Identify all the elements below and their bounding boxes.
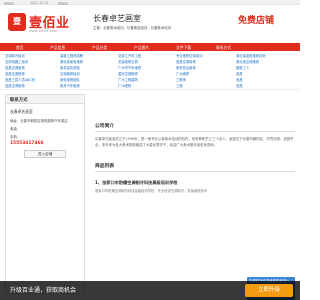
goods-title: 商品列表 [95,162,295,172]
nav-home[interactable]: 首页 [16,45,24,51]
category-link[interactable]: 空调维修培训 [60,71,80,76]
category-link[interactable]: 家电维修团队 [60,77,80,82]
category-link[interactable]: 重庆空调维修 [118,71,138,76]
nav-downloads[interactable]: 文件下载 [176,45,191,51]
category-link[interactable]: 广州市汽车维修 [118,65,141,70]
company-name: 长春卓艺画室 [10,109,33,114]
logo-mark[interactable]: 壹 [8,13,26,31]
category-link[interactable]: 工程 [176,83,183,88]
address-row: 地址：长春市朝阳区湖西路等汽车城店 [10,118,68,123]
nav-categories[interactable]: 产品分类 [92,45,107,51]
category-link[interactable]: 广州维修 [176,71,189,76]
phone-number[interactable]: 15553417466 [6,140,84,147]
intro-title: 公司简介 [95,122,295,132]
category-link[interactable]: 工程师 [176,77,186,82]
category-link[interactable]: 宜昌空调维修 [5,65,25,70]
category-link[interactable]: 广州维修 [118,83,131,88]
category-link[interactable]: 湖北省空调维修 [236,59,259,64]
header: 壹 壹佰业 www.100ye.com 长春卓艺画室 主营：长春美术培训，长春素… [0,5,300,43]
category-grid: 空调制冷培训 高新工程师招聘 空调工汽车工程 专业维修空调培训 湖北省金税维修技… [0,51,300,90]
goods-item-title[interactable]: 1、张家口市防爆空调制冷科技高级培训学校 [95,180,295,186]
category-link[interactable]: 家具汽车维修 [60,83,80,88]
category-link[interactable]: 空调工汽车工程 [118,53,141,58]
category-link[interactable]: 专业维修空调培训 [176,53,202,58]
phone-row: 手机： [10,134,21,139]
category-link[interactable]: 宜昌空调维修 [5,71,25,76]
category-link[interactable]: 家具高压调班 [60,65,80,70]
category-link[interactable]: 建筑工人 [236,65,249,70]
main-content: 公司简介 长春卓艺画室成立于1998年，是一家专业从事美术培训的机构，现有教职员… [95,122,295,300]
enter-shop-button[interactable]: 进入店铺 [24,150,66,158]
category-link[interactable]: 宜昌 [236,83,243,88]
category-link[interactable]: 宜昌 [236,71,243,76]
address-value: 长春市朝阳区湖西路等汽车城店 [20,118,68,123]
logo-url: www.100ye.com [29,29,57,33]
category-link[interactable]: 空调制冷培训 [5,53,25,58]
contact-sidebar: 联系方式 长春卓艺画室 地址：长春市朝阳区湖西路等汽车城店 电话： 手机： 15… [5,94,85,294]
goods-item-desc: 张家口市防爆空调制冷科技高级培训学校，专业培训空调制冷，安装维修技术 [95,189,208,193]
site-title: 长春卓艺画室 [93,14,141,23]
sidebar-title: 联系方式 [6,95,84,104]
topbar-date: 2022-12-01 [30,0,49,5]
main-nav: 首页 产品信息 产品分类 产品图片 文件下载 联系方式 [0,43,300,51]
category-link[interactable]: 宜昌三层人员ABC班 [5,77,35,82]
category-link[interactable]: 高新工程师招聘 [60,53,83,58]
category-link[interactable]: 空调电器工培训 [5,59,28,64]
category-link[interactable]: 宜昌空调维修 [176,59,196,64]
intro-text: 长春卓艺画室成立于1998年，是一家专业从事美术培训的机构，现有教职员工三十余人… [95,137,294,147]
phone-label: 手机 [10,134,17,139]
bottom-promo-bar: 升级百业通，获取商机会 立即升级 [0,281,300,300]
address-label: 地址 [10,118,17,123]
free-shop-label[interactable]: 免费店铺 [238,13,274,26]
category-link[interactable]: 宜昌 [236,77,243,82]
nav-contact[interactable]: 联系方式 [216,45,231,51]
category-link[interactable]: 湖北省金税维修技师 [236,53,266,58]
category-link[interactable]: 安装维修空调 [118,59,138,64]
upgrade-button[interactable]: 立即升级 [245,284,293,297]
site-description: 主营：长春美术培训，长春素描培训，长春美术培训 [93,26,171,30]
category-link[interactable]: 湖北省家电维修 [60,59,83,64]
promo-text: 升级百业通，获取商机会 [10,287,77,294]
nav-products[interactable]: 产品信息 [50,45,65,51]
category-link[interactable]: 宜昌空调维修 [5,83,25,88]
nav-product-images[interactable]: 产品图片 [134,45,149,51]
category-link[interactable]: 广州工程建筑 [118,77,138,82]
tel-label: 电话 [10,126,17,131]
category-link[interactable]: 家电售后维修 [176,65,196,70]
tel-row: 电话： [10,126,21,131]
